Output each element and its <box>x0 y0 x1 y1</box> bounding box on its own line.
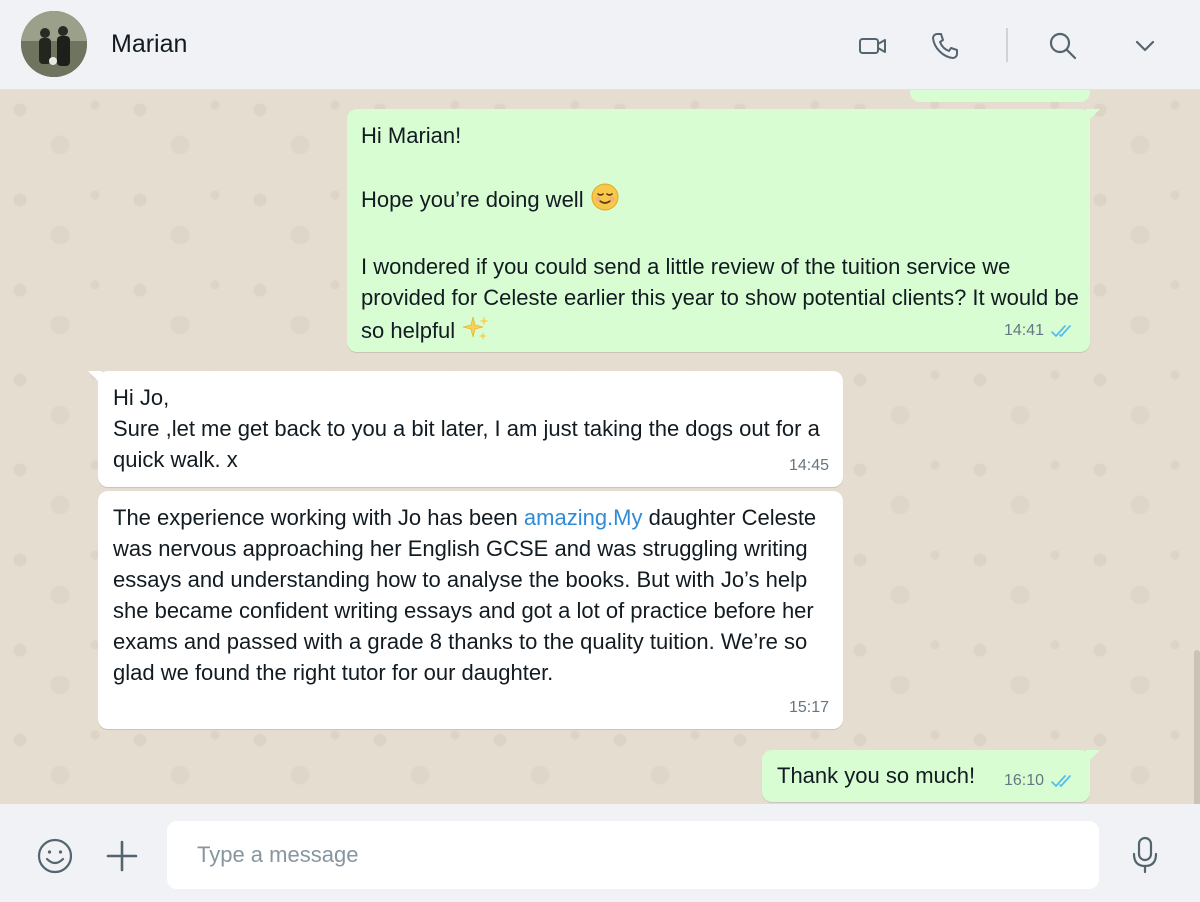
composer-bar <box>0 804 1200 902</box>
chat-scrollbar[interactable] <box>1194 650 1200 804</box>
message-bubble-incoming[interactable]: The experience working with Jo has been … <box>98 491 843 729</box>
previous-message-fragment <box>910 90 1090 102</box>
message-bubble-outgoing[interactable]: Hi Marian! Hope you’re doing well I wond… <box>347 109 1100 352</box>
sparkles-icon <box>461 313 491 351</box>
message-list[interactable]: Hi Marian! Hope you’re doing well I wond… <box>0 90 1200 804</box>
search-icon[interactable] <box>1047 30 1079 62</box>
relieved-face-icon <box>590 182 620 220</box>
attach-plus-icon[interactable] <box>105 839 139 873</box>
message-meta: 14:41 <box>1004 315 1076 346</box>
contact-name[interactable]: Marian <box>111 30 187 59</box>
message-text: Hi Marian! Hope you’re doing well I wond… <box>361 120 1079 351</box>
message-text: Hi Jo, Sure ,let me get back to you a bi… <box>113 385 820 472</box>
message-time: 14:45 <box>788 457 829 474</box>
chat-header: Marian <box>0 0 1200 90</box>
message-line-text: Hope you’re doing well <box>361 186 584 212</box>
read-ticks-icon <box>1051 324 1071 337</box>
message-time: 16:10 <box>1003 772 1044 789</box>
bubble-tail <box>1086 750 1100 764</box>
message-link[interactable]: amazing.My <box>524 505 643 530</box>
message-input[interactable] <box>167 821 1099 889</box>
message-meta: 14:45 <box>789 450 829 481</box>
video-call-icon[interactable] <box>857 30 889 62</box>
message-bubble-outgoing[interactable]: Thank you so much! 16:10 <box>762 750 1100 802</box>
voice-call-icon[interactable] <box>929 30 961 62</box>
message-text-part: The experience working with Jo has been <box>113 505 524 530</box>
message-text: The experience working with Jo has been … <box>113 502 828 688</box>
message-meta: 16:10 <box>1004 765 1076 796</box>
contact-avatar[interactable] <box>21 11 87 77</box>
message-paragraph: I wondered if you could send a little re… <box>361 251 1081 351</box>
chevron-down-icon[interactable] <box>1129 30 1161 62</box>
microphone-icon[interactable] <box>1129 835 1161 875</box>
message-time: 14:41 <box>1003 322 1044 339</box>
message-text-part: daughter Celeste was nervous approaching… <box>113 505 823 685</box>
bubble-tail <box>1086 109 1100 123</box>
bubble-tail <box>88 371 102 385</box>
read-ticks-icon <box>1051 774 1071 787</box>
message-meta: 15:17 <box>789 692 829 723</box>
message-time: 15:17 <box>788 699 829 716</box>
header-divider <box>1006 28 1008 62</box>
message-bubble-incoming[interactable]: Hi Jo, Sure ,let me get back to you a bi… <box>88 371 843 487</box>
emoji-icon[interactable] <box>36 837 74 875</box>
message-line: Hi Marian! <box>361 123 462 148</box>
message-line: Hope you’re doing well <box>361 182 1076 220</box>
